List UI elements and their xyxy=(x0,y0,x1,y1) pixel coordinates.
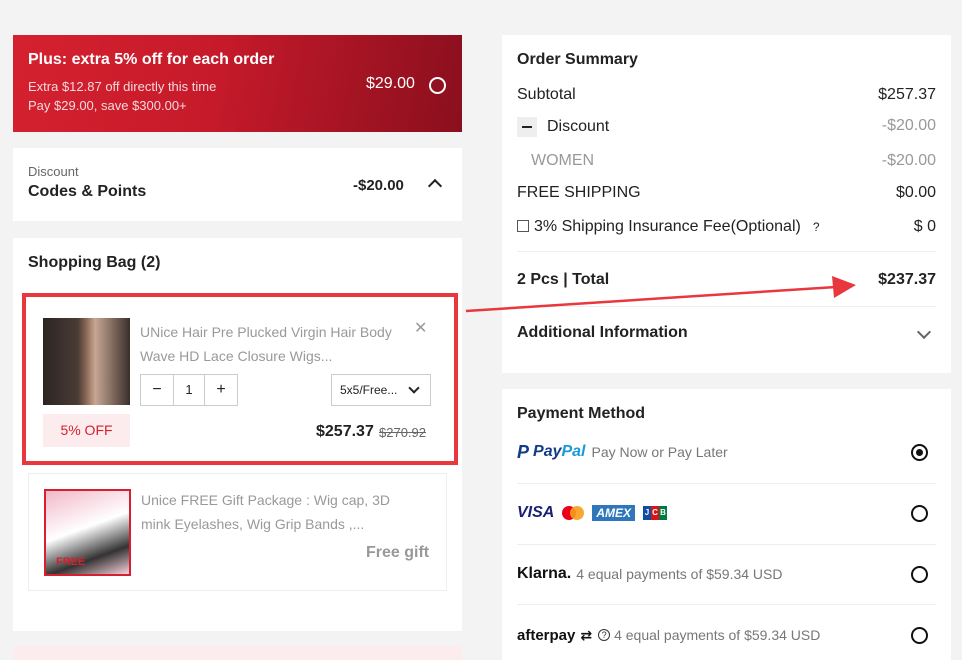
chevron-down-icon xyxy=(408,382,420,394)
card-radio[interactable] xyxy=(911,504,928,522)
paypal-radio[interactable] xyxy=(911,443,928,461)
paypal-logo-icon: P xyxy=(517,441,530,462)
payment-option-afterpay[interactable]: afterpay ⇄ ? 4 equal payments of $59.34 … xyxy=(517,605,936,660)
payment-option-card[interactable]: VISA AMEX JCB xyxy=(517,483,936,543)
bottom-strip xyxy=(13,646,462,660)
klarna-logo: Klarna. xyxy=(517,565,572,582)
item-original-price: $270.92 xyxy=(379,425,426,440)
plus-title: Plus: extra 5% off for each order xyxy=(28,51,275,68)
item-price: $257.37 xyxy=(316,423,374,440)
women-row: WOMEN -$20.00 xyxy=(517,152,936,170)
plus-banner[interactable]: Plus: extra 5% off for each order Extra … xyxy=(13,35,462,132)
total-row: 2 Pcs | Total $237.37 xyxy=(517,271,936,289)
additional-info-label: Additional Information xyxy=(517,324,688,341)
discount-amount: -$20.00 xyxy=(353,177,404,194)
payment-option-klarna[interactable]: Klarna. 4 equal payments of $59.34 USD xyxy=(517,544,936,604)
visa-logo: VISA xyxy=(517,504,555,521)
quantity-value[interactable]: 1 xyxy=(173,375,205,405)
paypal-name-a: Pay xyxy=(533,443,562,460)
discount-card[interactable]: Discount Codes & Points -$20.00 xyxy=(13,148,462,221)
discount-badge: 5% OFF xyxy=(43,414,130,447)
gift-item: FREE Unice FREE Gift Package : Wig cap, … xyxy=(28,473,447,591)
variant-value: 5x5/Free... xyxy=(340,383,398,397)
afterpay-arrow-icon: ⇄ xyxy=(580,626,593,643)
payment-option-paypal[interactable]: P PayPal Pay Now or Pay Later xyxy=(517,422,936,482)
insurance-value: $ 0 xyxy=(913,218,936,235)
summary-divider-2 xyxy=(517,306,936,307)
summary-divider xyxy=(517,251,936,252)
women-label: WOMEN xyxy=(531,152,595,169)
payment-method-title: Payment Method xyxy=(517,405,646,422)
order-summary-title: Order Summary xyxy=(517,51,638,68)
shipping-label: FREE SHIPPING xyxy=(517,184,641,201)
shopping-bag-title: Shopping Bag (2) xyxy=(28,254,161,271)
increase-button[interactable]: + xyxy=(205,375,237,405)
klarna-note: 4 equal payments of $59.34 USD xyxy=(576,566,783,582)
plus-radio[interactable] xyxy=(429,77,446,94)
order-summary-card: Order Summary Subtotal $257.37 Discount … xyxy=(502,35,951,373)
shipping-row: FREE SHIPPING $0.00 xyxy=(517,184,936,202)
klarna-radio[interactable] xyxy=(911,565,928,583)
gift-thumbnail-text: FREE xyxy=(56,556,86,568)
afterpay-note: 4 equal payments of $59.34 USD xyxy=(614,627,821,643)
women-value: -$20.00 xyxy=(881,152,936,169)
gift-thumbnail: FREE xyxy=(44,489,131,576)
subtotal-label: Subtotal xyxy=(517,86,576,103)
summary-discount-value: -$20.00 xyxy=(881,117,936,134)
product-thumbnail[interactable] xyxy=(43,318,130,405)
discount-row: Discount -$20.00 xyxy=(517,117,936,137)
insurance-row: 3% Shipping Insurance Fee(Optional)? $ 0 xyxy=(517,218,936,236)
plus-line-2: Pay $29.00, save $300.00+ xyxy=(28,98,187,113)
paypal-logo: PayPal xyxy=(533,443,585,461)
amex-logo: AMEX xyxy=(592,505,636,521)
paypal-note: Pay Now or Pay Later xyxy=(591,444,728,460)
total-label: 2 Pcs | Total xyxy=(517,271,610,288)
afterpay-radio[interactable] xyxy=(911,626,928,644)
collapse-discount-icon[interactable] xyxy=(517,117,537,137)
insurance-label: 3% Shipping Insurance Fee(Optional) xyxy=(534,218,801,235)
mastercard-icon xyxy=(562,506,585,520)
quantity-stepper: − 1 + xyxy=(140,374,238,406)
payment-method-card: Payment Method P PayPal Pay Now or Pay L… xyxy=(502,389,951,660)
shopping-bag-card: Shopping Bag (2) UNice Hair Pre Plucked … xyxy=(13,238,462,631)
subtotal-value: $257.37 xyxy=(878,86,936,103)
product-name[interactable]: UNice Hair Pre Plucked Virgin Hair Body … xyxy=(140,320,405,368)
free-gift-label: Free gift xyxy=(366,544,430,561)
paypal-name-b: Pal xyxy=(561,443,586,460)
insurance-checkbox[interactable] xyxy=(517,220,529,232)
afterpay-logo: afterpay xyxy=(517,626,576,644)
remove-item-icon[interactable]: ✕ xyxy=(414,318,427,338)
subtotal-row: Subtotal $257.37 xyxy=(517,86,936,104)
variant-select[interactable]: 5x5/Free... xyxy=(331,374,431,406)
summary-discount-label: Discount xyxy=(547,118,610,136)
question-circle-icon[interactable]: ? xyxy=(598,629,611,641)
decrease-button[interactable]: − xyxy=(141,375,173,405)
shipping-value: $0.00 xyxy=(895,184,936,201)
jcb-icon: JCB xyxy=(643,506,668,520)
gift-name: Unice FREE Gift Package : Wig cap, 3D mi… xyxy=(141,492,390,532)
additional-info-row[interactable]: Additional Information xyxy=(517,324,936,342)
help-icon[interactable]: ? xyxy=(813,220,820,234)
total-value: $237.37 xyxy=(878,271,936,288)
plus-price: $29.00 xyxy=(366,75,415,92)
cart-item: UNice Hair Pre Plucked Virgin Hair Body … xyxy=(43,318,438,448)
